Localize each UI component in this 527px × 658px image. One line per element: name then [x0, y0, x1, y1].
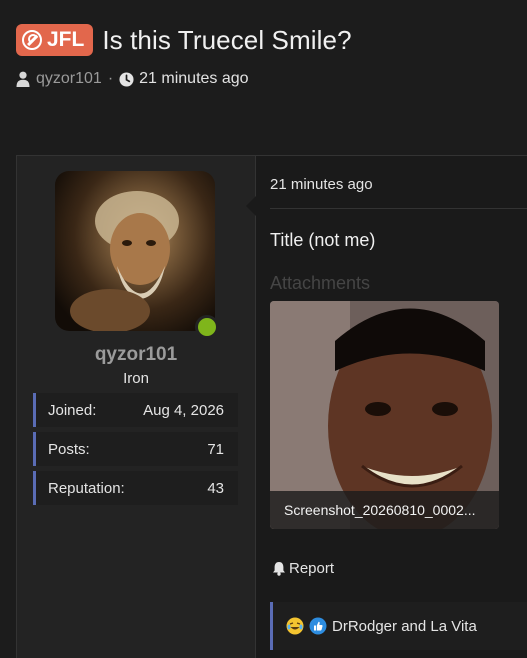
- thumbs-up-icon: [309, 617, 327, 635]
- attachments-heading: Attachments: [270, 273, 371, 293]
- stat-value: 43: [207, 479, 224, 497]
- thread-author-link[interactable]: qyzor101: [36, 70, 102, 88]
- divider: [270, 208, 527, 209]
- prefix-icon: [22, 30, 42, 50]
- thread-meta: qyzor101 · 21 minutes ago: [16, 69, 516, 89]
- avatar-wrap: [55, 171, 219, 339]
- post-body-text: Title (not me): [270, 230, 376, 250]
- post-content: 21 minutes ago Title (not me) Attachment…: [246, 156, 527, 658]
- reactions-bar[interactable]: DrRodger and La Vita: [270, 602, 527, 650]
- user-icon: [16, 71, 30, 87]
- laughing-crying-emoji-icon: [286, 617, 304, 635]
- report-label: Report: [289, 560, 335, 577]
- avatar-portrait: [70, 191, 179, 331]
- attachment-filename: Screenshot_20260810_0002...: [270, 491, 499, 529]
- post-time[interactable]: 21 minutes ago: [270, 176, 373, 193]
- thread-time[interactable]: 21 minutes ago: [139, 70, 248, 88]
- thread-prefix-badge[interactable]: JFL: [16, 24, 94, 56]
- thread-header: JFL Is this Truecel Smile? qyzor101 · 21…: [16, 20, 516, 89]
- reaction-users[interactable]: DrRodger and La Vita: [332, 618, 477, 635]
- stat-label: Reputation:: [48, 479, 125, 497]
- clock-icon: [119, 71, 134, 87]
- thread-title: Is this Truecel Smile?: [102, 24, 352, 55]
- online-status-dot: [195, 315, 219, 339]
- avatar[interactable]: [55, 171, 215, 331]
- post-notch: [246, 196, 256, 216]
- post: qyzor101 Iron Joined: Aug 4, 2026 Posts:…: [16, 155, 527, 658]
- stat-label: Posts:: [48, 440, 90, 458]
- title-row: JFL Is this Truecel Smile?: [16, 20, 516, 60]
- post-user-panel: qyzor101 Iron Joined: Aug 4, 2026 Posts:…: [17, 156, 256, 658]
- meta-separator: ·: [107, 70, 114, 87]
- stat-reputation: Reputation: 43: [33, 471, 238, 505]
- stat-joined: Joined: Aug 4, 2026: [33, 393, 238, 427]
- stat-label: Joined:: [48, 401, 97, 419]
- post-username[interactable]: qyzor101: [17, 344, 255, 366]
- stat-posts: Posts: 71: [33, 432, 238, 466]
- report-link[interactable]: Report: [272, 560, 334, 577]
- user-rank: Iron: [123, 370, 149, 387]
- stat-value: Aug 4, 2026: [143, 401, 224, 419]
- attachment-thumbnail[interactable]: Screenshot_20260810_0002...: [270, 301, 499, 529]
- prefix-label: JFL: [47, 28, 85, 51]
- stat-value: 71: [207, 440, 224, 458]
- bell-icon: [273, 562, 285, 576]
